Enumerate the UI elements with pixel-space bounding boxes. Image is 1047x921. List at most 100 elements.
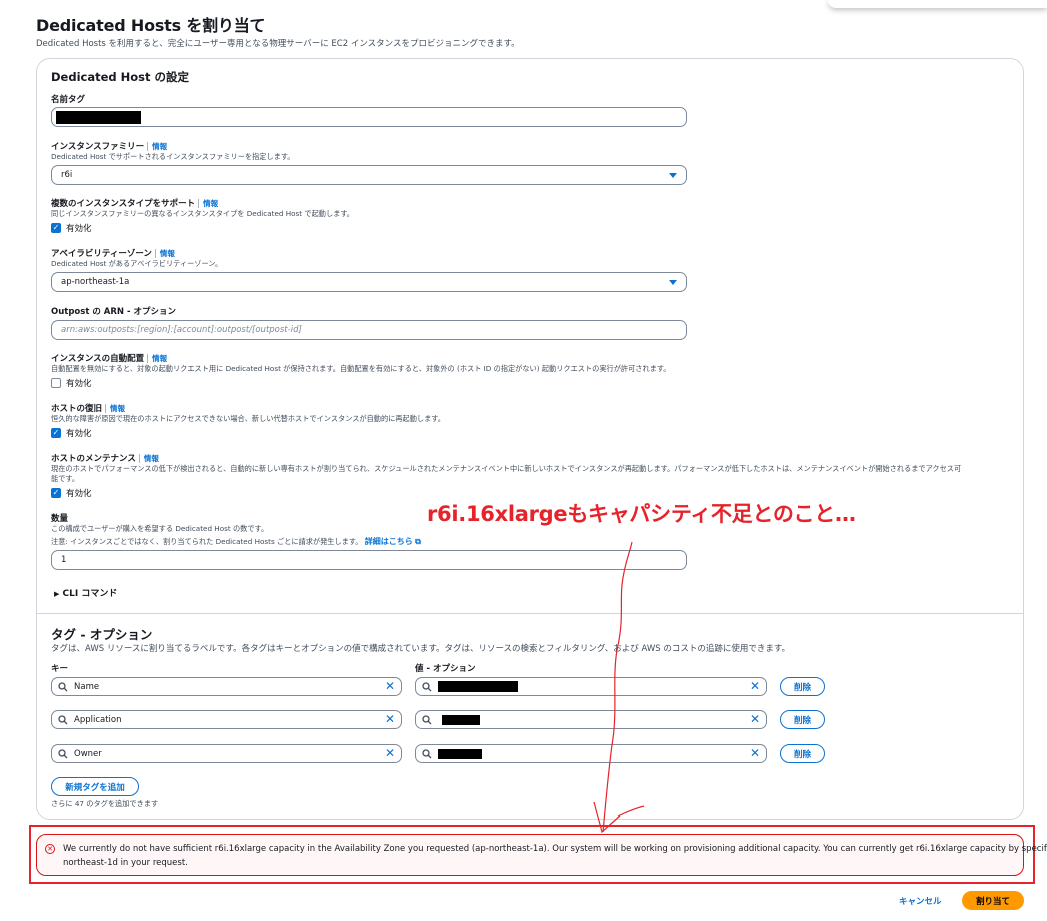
redacted-name-value	[56, 110, 141, 124]
host-recovery-checkbox-label: 有効化	[66, 429, 92, 439]
remove-tag-button[interactable]: 削除	[780, 710, 825, 729]
tag-key-value: Owner	[74, 748, 102, 759]
quantity-label: 数量	[51, 514, 69, 524]
auto-placement-checkbox-label: 有効化	[66, 379, 92, 389]
tag-value-input[interactable]: ✕	[415, 677, 767, 696]
quantity-description: この構成でユーザーが購入を希望する Dedicated Host の数です。	[51, 524, 269, 533]
auto-placement-label-text: インスタンスの自動配置	[51, 354, 145, 364]
auto-placement-label: インスタンスの自動配置 情報	[51, 352, 168, 364]
clear-icon[interactable]: ✕	[750, 747, 760, 760]
auto-placement-info-link[interactable]: 情報	[147, 354, 168, 363]
instance-family-value: r6i	[61, 170, 73, 180]
outpost-arn-placeholder: arn:aws:outposts:[region]:[account]:outp…	[61, 325, 302, 335]
tag-key-value: Name	[74, 681, 100, 692]
tags-description: タグは、AWS リソースに割り当てるラベルです。各タグはキーとオプションの値で構…	[51, 644, 790, 654]
availability-zone-label: アベイラビリティーゾーン 情報	[51, 247, 175, 259]
host-recovery-label: ホストの復旧 情報	[51, 402, 126, 414]
multi-type-checkbox-label: 有効化	[66, 224, 92, 234]
host-maintenance-checkbox-label: 有効化	[66, 489, 92, 499]
clear-icon[interactable]: ✕	[385, 747, 395, 760]
tags-remaining-count: さらに 47 のタグを追加できます	[51, 799, 159, 808]
tag-key-input[interactable]: Name ✕	[51, 677, 402, 696]
error-message-line2: northeast-1d in your request.	[63, 858, 188, 868]
host-recovery-info-link[interactable]: 情報	[105, 404, 126, 413]
quantity-input[interactable]: 1	[51, 550, 687, 570]
instance-family-description: Dedicated Host でサポートされるインスタンスファミリーを指定します…	[51, 152, 295, 161]
availability-zone-info-link[interactable]: 情報	[154, 249, 175, 258]
error-alert: ✕ We currently do not have sufficient r6…	[36, 834, 1047, 876]
error-message-line1: We currently do not have sufficient r6i.…	[63, 844, 1047, 854]
clear-icon[interactable]: ✕	[385, 713, 395, 726]
search-icon	[416, 748, 438, 759]
instance-family-select[interactable]: r6i	[51, 165, 687, 185]
outpost-arn-input[interactable]: arn:aws:outposts:[region]:[account]:outp…	[51, 320, 687, 340]
external-link-icon: ⧉	[415, 537, 421, 546]
search-icon	[52, 748, 74, 759]
instance-family-info-link[interactable]: 情報	[147, 142, 168, 151]
name-tag-input[interactable]	[51, 107, 687, 127]
allocate-button[interactable]: 割り当て	[962, 891, 1024, 910]
redacted-tag-value	[438, 681, 518, 692]
search-icon	[416, 681, 438, 692]
host-recovery-description: 恒久的な障害が原因で現在のホストにアクセスできない場合、新しい代替ホストでインス…	[51, 414, 445, 423]
auto-placement-description: 自動配置を無効にすると、対象の起動リクエスト用に Dedicated Host …	[51, 364, 671, 373]
cli-command-toggle[interactable]: ▶ CLI コマンド	[54, 586, 117, 599]
host-maintenance-label: ホストのメンテナンス 情報	[51, 452, 159, 464]
availability-zone-select[interactable]: ap-northeast-1a	[51, 272, 687, 292]
section-divider	[37, 613, 1023, 614]
tag-value-input[interactable]: ✕	[415, 744, 767, 763]
tag-value-input[interactable]: ✕	[415, 710, 767, 729]
page-description: Dedicated Hosts を利用すると、完全にユーザー専用となる物理サーバ…	[36, 39, 520, 49]
error-icon: ✕	[45, 844, 55, 854]
multi-type-label-text: 複数のインスタンスタイプをサポート	[51, 199, 196, 209]
tag-key-input[interactable]: Owner ✕	[51, 744, 402, 763]
settings-section-title: Dedicated Host の設定	[51, 70, 189, 84]
quantity-note-text: 注意: インスタンスごとではなく、割り当てられた Dedicated Hosts…	[51, 537, 363, 546]
auto-placement-checkbox[interactable]: 有効化	[51, 377, 92, 389]
checkbox-unchecked-icon	[51, 378, 61, 388]
search-icon	[416, 714, 438, 725]
search-icon	[52, 681, 74, 692]
host-maintenance-description-line2: 能です。	[51, 474, 80, 483]
tag-value-header: 値 - オプション	[415, 664, 476, 674]
tag-key-value: Application	[74, 714, 122, 725]
cli-command-label: CLI コマンド	[62, 589, 118, 599]
multi-type-info-link[interactable]: 情報	[198, 199, 219, 208]
multi-type-description: 同じインスタンスファミリーの異なるインスタンスタイプを Dedicated Ho…	[51, 209, 354, 218]
host-recovery-checkbox[interactable]: ✓ 有効化	[51, 427, 92, 439]
search-icon	[52, 714, 74, 725]
availability-zone-label-text: アベイラビリティーゾーン	[51, 249, 152, 259]
host-maintenance-label-text: ホストのメンテナンス	[51, 454, 136, 464]
tag-key-input[interactable]: Application ✕	[51, 710, 402, 729]
redacted-tag-value	[438, 748, 482, 759]
learn-more-link[interactable]: 詳細はこちら	[365, 537, 413, 546]
clear-icon[interactable]: ✕	[750, 713, 760, 726]
host-maintenance-checkbox[interactable]: ✓ 有効化	[51, 487, 92, 499]
host-maintenance-description-line1: 現在のホストでパフォーマンスの低下が検出されると、自動的に新しい専有ホストが割り…	[51, 464, 962, 473]
availability-zone-value: ap-northeast-1a	[61, 277, 130, 287]
quantity-note: 注意: インスタンスごとではなく、割り当てられた Dedicated Hosts…	[51, 536, 421, 547]
host-maintenance-info-link[interactable]: 情報	[138, 454, 159, 463]
checkbox-checked-icon: ✓	[51, 223, 61, 233]
remove-tag-button[interactable]: 削除	[780, 744, 825, 763]
multi-type-checkbox[interactable]: ✓ 有効化	[51, 222, 92, 234]
add-tag-button[interactable]: 新規タグを追加	[51, 777, 139, 796]
page-title: Dedicated Hosts を割り当て	[36, 16, 266, 35]
clear-icon[interactable]: ✕	[750, 680, 760, 693]
redacted-tag-value	[442, 714, 480, 725]
instance-family-label: インスタンスファミリー 情報	[51, 140, 168, 152]
outpost-arn-label: Outpost の ARN - オプション	[51, 307, 176, 317]
instance-family-label-text: インスタンスファミリー	[51, 142, 145, 152]
checkbox-checked-icon: ✓	[51, 428, 61, 438]
availability-zone-description: Dedicated Host があるアベイラビリティーゾーン。	[51, 259, 223, 268]
tags-section-title: タグ - オプション	[51, 627, 153, 642]
host-recovery-label-text: ホストの復旧	[51, 404, 103, 414]
settings-panel: Dedicated Host の設定 名前タグ インスタンスファミリー 情報 De…	[36, 58, 1024, 820]
clear-icon[interactable]: ✕	[385, 680, 395, 693]
caret-down-icon	[669, 280, 677, 285]
top-popover-edge	[828, 0, 1047, 8]
cancel-button[interactable]: キャンセル	[899, 895, 942, 907]
caret-right-icon: ▶	[54, 590, 60, 598]
remove-tag-button[interactable]: 削除	[780, 677, 825, 696]
annotation-text: r6i.16xlargeもキャパシティ不足とのこと…	[427, 502, 856, 526]
